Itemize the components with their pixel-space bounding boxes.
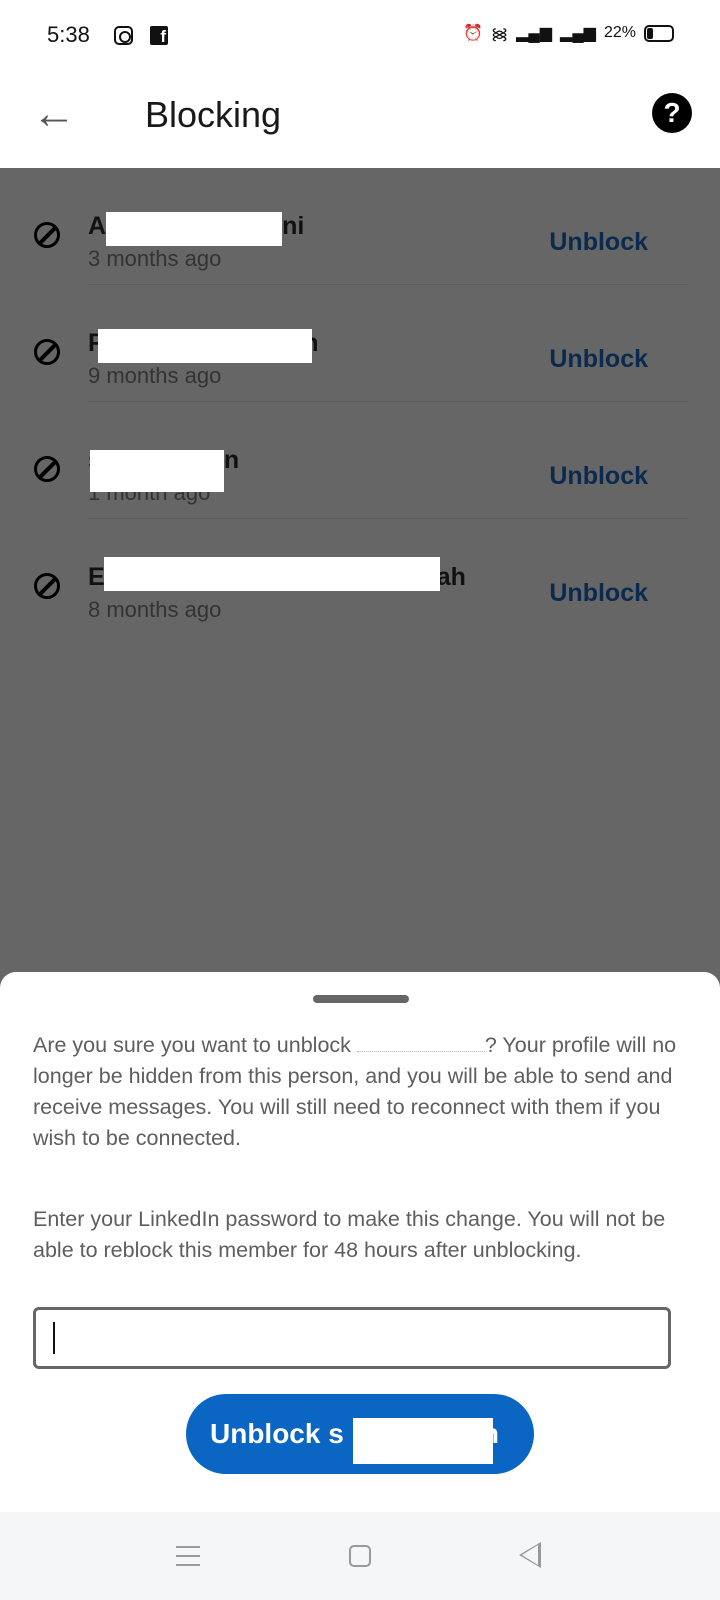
list-item: Fn 9 months ago Unblock: [0, 285, 720, 402]
unblock-bottom-sheet: Are you sure you want to unblock ? Your …: [0, 972, 720, 1512]
instagram-icon: [114, 26, 133, 45]
password-prompt: Enter your LinkedIn password to make thi…: [33, 1207, 666, 1262]
clock: 5:38: [47, 22, 90, 47]
unblock-button[interactable]: Unblock: [549, 345, 648, 374]
page-title: Blocking: [145, 94, 282, 135]
password-input[interactable]: [33, 1307, 671, 1369]
system-nav-bar: [0, 1512, 720, 1600]
battery-icon: [644, 24, 674, 42]
block-icon: [34, 222, 60, 248]
text-caret: [53, 1322, 55, 1354]
app-bar: ← Blocking ?: [0, 70, 720, 168]
block-icon: [34, 573, 60, 599]
list-item: Eah 8 months ago Unblock: [0, 519, 720, 636]
blocked-time: 8 months ago: [88, 597, 222, 622]
block-icon: [34, 339, 60, 365]
redaction: [104, 557, 440, 591]
redaction: [106, 212, 282, 246]
confirm-unblock-button[interactable]: Unblock sn: [186, 1394, 534, 1474]
signal-icon: ▂▄▆: [516, 25, 553, 42]
wifi-icon: ᯼: [490, 26, 509, 43]
home-icon[interactable]: [349, 1545, 371, 1567]
block-icon: [34, 456, 60, 482]
blocked-time: 3 months ago: [88, 246, 222, 271]
nav-back-icon[interactable]: [519, 1542, 541, 1568]
back-arrow-icon[interactable]: ←: [32, 92, 76, 136]
unblock-button[interactable]: Unblock: [549, 462, 648, 491]
redaction: [353, 1418, 493, 1464]
confirm-message: Are you sure you want to unblock ? Your …: [33, 1033, 677, 1150]
status-bar: 5:38 f ⏰ ᯼ ▂▄▆ ▂▄▆ 22%: [0, 0, 720, 70]
drag-handle[interactable]: [313, 995, 409, 1003]
alarm-icon: ⏰: [463, 25, 483, 42]
battery-percent: 22%: [603, 24, 636, 41]
redaction: [98, 329, 312, 363]
help-icon[interactable]: ?: [652, 93, 692, 133]
system-icons: ⏰ ᯼ ▂▄▆ ▂▄▆ 22%: [463, 22, 674, 44]
unblock-button[interactable]: Unblock: [549, 228, 648, 257]
redaction: [90, 450, 224, 492]
signal-icon: ▂▄▆: [560, 25, 596, 42]
blocked-time: 9 months ago: [88, 363, 222, 388]
list-item: sn 1 month ago Unblock: [0, 402, 720, 519]
facebook-icon: f: [150, 26, 168, 46]
unblock-button[interactable]: Unblock: [549, 579, 648, 608]
list-item: Ani 3 months ago Unblock: [0, 168, 720, 285]
recents-icon[interactable]: [176, 1546, 200, 1566]
